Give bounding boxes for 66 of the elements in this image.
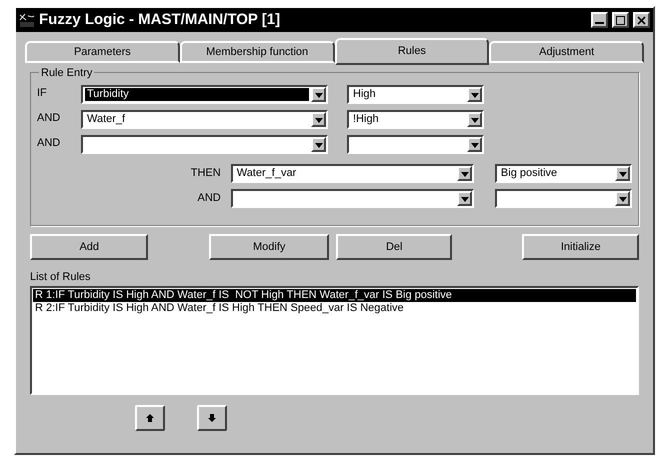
rules-listbox[interactable]: R 1:IF Turbidity IS High AND Water_f IS NOT High THEN Water_f_var IS Big positive R 2:IF Turbidity IS High AND Water_f IS High THEN Speed_var IS Negative — [30, 286, 639, 394]
move-down-button[interactable] — [197, 404, 227, 430]
group-title: Rule Entry — [39, 65, 94, 82]
dropdown-value: High — [352, 88, 377, 101]
window-title: Fuzzy Logic - MAST/MAIN/TOP [1] — [39, 10, 282, 30]
caret-icon — [460, 170, 469, 178]
caret-icon — [618, 194, 626, 202]
dropdown-value: Big positive — [500, 167, 558, 180]
tab[interactable]: Adjustment — [489, 41, 644, 63]
caret-icon — [470, 140, 478, 148]
action-button[interactable]: Modify — [209, 234, 329, 260]
dropdown-value: Water_f_var — [236, 167, 298, 180]
dropdown-field[interactable]: Water_f — [81, 110, 328, 129]
dropdown-field[interactable]: Big positive — [494, 164, 632, 183]
rule-item[interactable]: R 2:IF Turbidity IS High AND Water_f IS High THEN Speed_var IS Negative — [33, 302, 636, 314]
caret-icon — [470, 90, 478, 98]
dropdown-button[interactable] — [311, 87, 326, 102]
caret-icon — [618, 170, 626, 178]
dropdown-button[interactable] — [311, 137, 326, 152]
move-up-button[interactable] — [135, 404, 165, 430]
tab[interactable]: Membership function — [180, 41, 334, 63]
caret-icon — [314, 90, 322, 98]
dropdown-button[interactable] — [457, 191, 472, 206]
dropdown-button[interactable] — [467, 87, 482, 102]
maximize-icon — [616, 16, 625, 24]
dropdown-field[interactable] — [230, 189, 474, 208]
caret-icon — [460, 194, 469, 202]
dropdown-field[interactable] — [347, 135, 484, 154]
minimize-icon — [595, 22, 604, 24]
caret-icon — [314, 140, 322, 148]
action-button[interactable]: Del — [336, 234, 452, 260]
consequence-label: AND — [196, 191, 222, 206]
dropdown-field[interactable] — [81, 135, 328, 154]
dropdown-field[interactable]: High — [347, 85, 484, 104]
maximize-button[interactable] — [612, 12, 629, 28]
list-label: List of Rules — [30, 270, 92, 285]
action-button[interactable]: Add — [30, 234, 148, 260]
app-icon — [19, 12, 35, 28]
close-button[interactable] — [633, 12, 650, 28]
condition-label: IF — [37, 86, 48, 101]
caret-icon — [314, 116, 322, 124]
dropdown-button[interactable] — [467, 137, 482, 152]
dropdown-field[interactable]: Water_f_var — [230, 164, 474, 183]
dropdown-button[interactable] — [457, 166, 472, 181]
condition-label: AND — [37, 111, 62, 126]
caret-icon — [470, 116, 478, 124]
dropdown-field[interactable] — [494, 189, 632, 208]
dropdown-button[interactable] — [615, 166, 630, 181]
consequence-label: THEN — [190, 166, 222, 182]
dropdown-value: Turbidity — [85, 88, 309, 101]
minimize-button[interactable] — [591, 12, 608, 28]
close-icon — [637, 16, 646, 24]
arrow-down-icon — [208, 414, 216, 422]
condition-label: AND — [37, 136, 62, 151]
dropdown-field[interactable]: Turbidity — [81, 85, 328, 104]
dropdown-button[interactable] — [615, 191, 630, 206]
tab[interactable]: Rules — [334, 38, 490, 65]
dropdown-button[interactable] — [311, 112, 326, 127]
action-button[interactable]: Initialize — [522, 234, 639, 260]
dropdown-value: !High — [352, 113, 380, 126]
arrow-up-icon — [146, 414, 154, 422]
dropdown-button[interactable] — [467, 112, 482, 127]
dropdown-value: Water_f — [86, 113, 126, 126]
rule-item[interactable]: R 1:IF Turbidity IS High AND Water_f IS NOT High THEN Water_f_var IS Big positive — [33, 288, 636, 302]
dropdown-field[interactable]: !High — [347, 110, 484, 129]
tab[interactable]: Parameters — [25, 41, 180, 63]
